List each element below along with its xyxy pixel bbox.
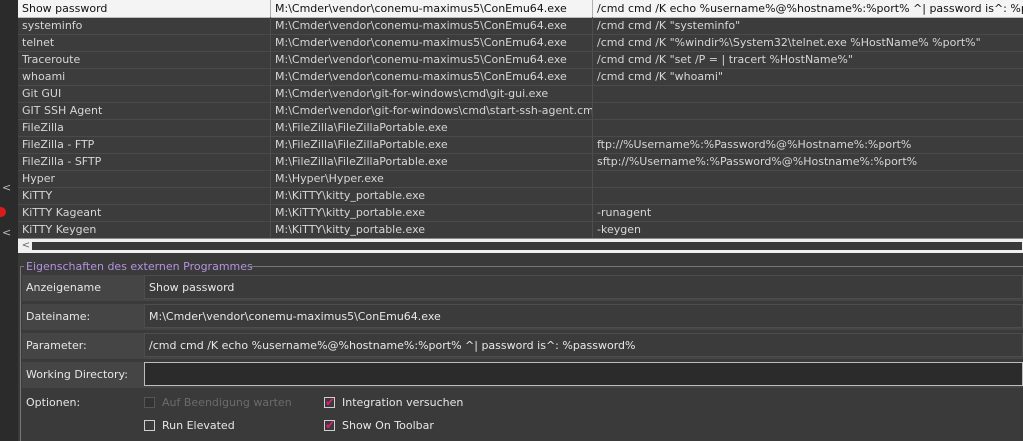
external-programs-grid: Show password M:\Cmder\vendor\conemu-maxi… bbox=[18, 0, 1023, 240]
program-path-cell: M:\KiTTY\kitty_portable.exe bbox=[270, 204, 592, 221]
run-elevated-checkbox[interactable]: Run Elevated bbox=[144, 419, 264, 433]
program-params-cell bbox=[592, 102, 1023, 119]
parameter-label: Parameter: bbox=[26, 339, 87, 352]
program-path-cell: M:\Cmder\vendor\git-for-windows\cmd\star… bbox=[270, 102, 592, 119]
integration-checkbox[interactable]: ✔ Integration versuchen bbox=[324, 395, 494, 410]
program-name-cell: KiTTY Keygen bbox=[22, 223, 97, 236]
program-path-cell: M:\Cmder\vendor\conemu-maximus5\ConEmu64… bbox=[270, 51, 592, 68]
program-name-cell: FileZilla - FTP bbox=[22, 138, 95, 151]
program-path-cell: M:\Cmder\vendor\conemu-maximus5\ConEmu64… bbox=[270, 0, 592, 17]
checkmark-icon: ✔ bbox=[325, 395, 336, 409]
working-directory-input[interactable] bbox=[144, 362, 1023, 386]
table-row[interactable]: KiTTY Kageant M:\KiTTY\kitty_portable.exe… bbox=[18, 204, 1023, 222]
program-name-cell: FileZilla bbox=[22, 121, 64, 134]
options-label: Optionen: bbox=[26, 396, 81, 409]
program-name-cell: Traceroute bbox=[22, 53, 81, 66]
wait-for-exit-box[interactable] bbox=[144, 397, 155, 408]
program-name-cell: Show password bbox=[22, 2, 108, 15]
table-row[interactable]: Hyper M:\Hyper\Hyper.exe bbox=[18, 170, 1023, 188]
filename-field[interactable]: M:\Cmder\vendor\conemu-maximus5\ConEmu64… bbox=[144, 304, 1023, 328]
show-on-toolbar-box[interactable]: ✔ bbox=[324, 418, 336, 432]
program-name-cell: Git GUI bbox=[22, 87, 62, 100]
program-params-cell: /cmd cmd /K "set /P = | tracert %HostNam… bbox=[592, 51, 1023, 68]
group-frame-left bbox=[20, 266, 21, 441]
run-elevated-label: Run Elevated bbox=[162, 419, 235, 432]
display-name-row: Anzeigename Show password bbox=[22, 275, 1023, 301]
program-name-cell: KiTTY Kageant bbox=[22, 206, 102, 219]
wait-for-exit-label: Auf Beendigung warten bbox=[162, 396, 292, 409]
filename-label: Dateiname: bbox=[26, 310, 91, 323]
left-gutter: < < bbox=[0, 0, 18, 441]
program-name-cell: systeminfo bbox=[22, 19, 83, 32]
program-name-cell: GIT SSH Agent bbox=[22, 104, 103, 117]
scroll-left-arrow-icon[interactable]: < bbox=[20, 239, 32, 253]
run-elevated-box[interactable] bbox=[144, 420, 155, 431]
working-directory-row: Working Directory: bbox=[22, 362, 1023, 388]
program-path-cell: M:\Cmder\vendor\conemu-maximus5\ConEmu64… bbox=[270, 68, 592, 85]
program-path-cell: M:\Hyper\Hyper.exe bbox=[270, 170, 592, 187]
display-name-label: Anzeigename bbox=[26, 281, 102, 294]
program-name-cell: KiTTY bbox=[22, 189, 53, 202]
program-path-cell: M:\FileZilla\FileZillaPortable.exe bbox=[270, 136, 592, 153]
program-path-cell: M:\Cmder\vendor\conemu-maximus5\ConEmu64… bbox=[270, 34, 592, 51]
program-params-cell: ftp://%Username%:%Password%@%Hostname%:%… bbox=[592, 136, 1023, 153]
program-path-cell: M:\KiTTY\kitty_portable.exe bbox=[270, 187, 592, 204]
table-row[interactable]: KiTTY Keygen M:\KiTTY\kitty_portable.exe -… bbox=[18, 221, 1023, 239]
program-params-cell: sftp://%Username%:%Password%@%Hostname%:… bbox=[592, 153, 1023, 170]
program-params-cell: -runagent bbox=[592, 204, 1023, 221]
show-on-toolbar-checkbox[interactable]: ✔ Show On Toolbar bbox=[324, 418, 464, 433]
record-indicator-icon bbox=[0, 207, 6, 217]
table-row[interactable]: Git GUI M:\Cmder\vendor\git-for-windows\c… bbox=[18, 85, 1023, 103]
scrollbar-thumb[interactable] bbox=[32, 242, 1022, 250]
program-params-cell: /cmd cmd /K echo %username%@%hostname%:%… bbox=[592, 0, 1023, 17]
parameter-field[interactable]: /cmd cmd /K echo %username%@%hostname%:%… bbox=[144, 333, 1023, 357]
table-row[interactable]: Show password M:\Cmder\vendor\conemu-maxi… bbox=[18, 0, 1023, 18]
show-on-toolbar-label: Show On Toolbar bbox=[342, 419, 434, 432]
parameter-row: Parameter: /cmd cmd /K echo %username%@%… bbox=[22, 333, 1023, 359]
program-params-cell bbox=[592, 119, 1023, 136]
integration-box[interactable]: ✔ bbox=[324, 395, 336, 409]
program-params-cell: -keygen bbox=[592, 221, 1023, 238]
table-row[interactable]: KiTTY M:\KiTTY\kitty_portable.exe bbox=[18, 187, 1023, 205]
collapse-chevron-icon-2[interactable]: < bbox=[2, 226, 11, 239]
collapse-chevron-icon[interactable]: < bbox=[2, 181, 11, 194]
program-params-cell: /cmd cmd /K "whoami" bbox=[592, 68, 1023, 85]
filename-row: Dateiname: M:\Cmder\vendor\conemu-maximu… bbox=[22, 304, 1023, 330]
integration-label: Integration versuchen bbox=[342, 396, 464, 409]
program-name-cell: whoami bbox=[22, 70, 66, 83]
table-row[interactable]: systeminfo M:\Cmder\vendor\conemu-maximus… bbox=[18, 17, 1023, 35]
wait-for-exit-checkbox[interactable]: Auf Beendigung warten bbox=[144, 396, 314, 410]
program-path-cell: M:\KiTTY\kitty_portable.exe bbox=[270, 221, 592, 238]
table-row[interactable]: whoami M:\Cmder\vendor\conemu-maximus5\Co… bbox=[18, 68, 1023, 86]
group-frame-line bbox=[248, 266, 1023, 267]
horizontal-scrollbar[interactable]: < bbox=[18, 238, 1023, 253]
working-directory-label: Working Directory: bbox=[26, 368, 128, 381]
program-params-cell bbox=[592, 170, 1023, 187]
table-row[interactable]: Traceroute M:\Cmder\vendor\conemu-maximus… bbox=[18, 51, 1023, 69]
program-params-cell bbox=[592, 85, 1023, 102]
checkmark-icon: ✔ bbox=[325, 418, 336, 432]
properties-panel: Eigenschaften des externen Programmes An… bbox=[18, 258, 1023, 441]
program-path-cell: M:\FileZilla\FileZillaPortable.exe bbox=[270, 153, 592, 170]
table-row[interactable]: telnet M:\Cmder\vendor\conemu-maximus5\Co… bbox=[18, 34, 1023, 52]
display-name-field[interactable]: Show password bbox=[144, 275, 1023, 299]
program-params-cell bbox=[592, 187, 1023, 204]
table-row[interactable]: GIT SSH Agent M:\Cmder\vendor\git-for-win… bbox=[18, 102, 1023, 120]
program-path-cell: M:\Cmder\vendor\git-for-windows\cmd\git-… bbox=[270, 85, 592, 102]
program-name-cell: FileZilla - SFTP bbox=[22, 155, 102, 168]
properties-group-title: Eigenschaften des externen Programmes bbox=[26, 260, 253, 273]
program-path-cell: M:\FileZilla\FileZillaPortable.exe bbox=[270, 119, 592, 136]
table-row[interactable]: FileZilla - FTP M:\FileZilla\FileZillaPor… bbox=[18, 136, 1023, 154]
program-path-cell: M:\Cmder\vendor\conemu-maximus5\ConEmu64… bbox=[270, 17, 592, 34]
program-name-cell: telnet bbox=[22, 36, 55, 49]
table-row[interactable]: FileZilla M:\FileZilla\FileZillaPortable.… bbox=[18, 119, 1023, 137]
table-row[interactable]: FileZilla - SFTP M:\FileZilla\FileZillaPo… bbox=[18, 153, 1023, 171]
program-params-cell: /cmd cmd /K "%windir%\System32\telnet.ex… bbox=[592, 34, 1023, 51]
program-name-cell: Hyper bbox=[22, 172, 56, 185]
program-params-cell: /cmd cmd /K "systeminfo" bbox=[592, 17, 1023, 34]
